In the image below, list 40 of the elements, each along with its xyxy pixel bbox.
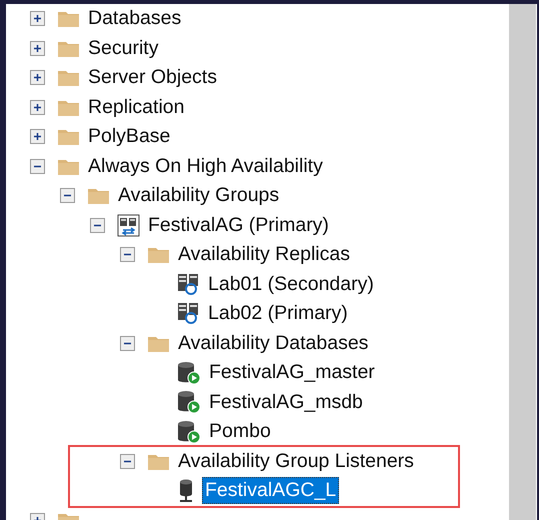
expand-icon[interactable] (30, 129, 45, 144)
collapse-icon[interactable] (60, 188, 75, 204)
tree-item[interactable]: PolyBase (85, 123, 174, 150)
tree-item[interactable]: Availability Replicas (175, 241, 353, 268)
expand-icon[interactable] (30, 70, 45, 86)
folder-icon (57, 9, 80, 28)
server-sync-icon (177, 272, 200, 296)
tree-item[interactable]: FestivalAG_master (206, 359, 378, 386)
tree-item[interactable]: Lab01 (Secondary) (205, 270, 377, 298)
folder-icon (87, 186, 110, 206)
tree-item[interactable]: Lab02 (Primary) (205, 300, 351, 328)
tree-item[interactable]: Availability Groups (115, 182, 282, 210)
server-group-icon (117, 214, 140, 237)
folder-icon (57, 68, 80, 88)
collapse-icon[interactable] (120, 454, 135, 469)
tree-item[interactable]: FestivalAG (Primary) (145, 212, 332, 239)
tree-item[interactable]: Availability Group Listeners (175, 448, 417, 475)
folder-icon (57, 127, 80, 146)
folder-icon (147, 245, 170, 264)
expand-icon[interactable] (30, 11, 45, 26)
collapse-icon[interactable] (90, 218, 105, 233)
collapse-icon[interactable] (120, 247, 135, 262)
tree-item[interactable]: Always On High Availability (85, 152, 326, 180)
collapse-icon[interactable] (30, 158, 45, 174)
tree-item[interactable]: FestivalAG_msdb (206, 388, 366, 416)
collapse-icon[interactable] (120, 336, 135, 351)
expand-icon[interactable] (30, 100, 45, 115)
expand-icon[interactable] (30, 40, 45, 56)
database-play-icon (177, 420, 201, 444)
tree-item[interactable]: Security (85, 34, 162, 62)
tree-item[interactable]: Server Objects (85, 64, 220, 92)
database-play-icon (177, 390, 201, 414)
database-play-icon (177, 360, 201, 385)
server-sync-icon (177, 302, 200, 326)
tree-item[interactable]: Availability Databases (175, 330, 372, 357)
tree-item[interactable]: Databases (85, 5, 184, 32)
tree-item[interactable]: Pombo (206, 418, 274, 446)
tree-item[interactable]: FestivalAGC_L (202, 477, 340, 504)
tree-item[interactable]: Replication (85, 94, 188, 121)
scrollbar[interactable] (509, 4, 537, 520)
